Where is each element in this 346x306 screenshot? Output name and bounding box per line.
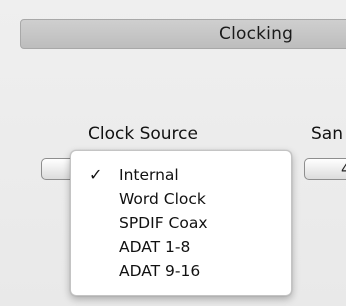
menu-item-label: SPDIF Coax	[119, 214, 208, 232]
section-title: Clocking	[219, 24, 294, 44]
clock-source-label: Clock Source	[88, 124, 198, 144]
menu-item-word-clock[interactable]: Word Clock	[71, 187, 291, 211]
sample-rate-popup-button[interactable]: 4	[304, 158, 346, 180]
clock-source-menu[interactable]: ✓ Internal Word Clock SPDIF Coax ADAT 1-…	[70, 150, 292, 296]
menu-item-internal[interactable]: ✓ Internal	[71, 163, 291, 187]
menu-item-label: Internal	[119, 166, 179, 184]
sample-rate-value: 4	[341, 160, 346, 178]
menu-item-adat-9-16[interactable]: ADAT 9-16	[71, 259, 291, 283]
menu-item-adat-1-8[interactable]: ADAT 1-8	[71, 235, 291, 259]
sample-rate-label: San	[311, 124, 343, 144]
menu-item-label: ADAT 1-8	[119, 238, 191, 256]
menu-item-label: ADAT 9-16	[119, 262, 201, 280]
menu-item-spdif-coax[interactable]: SPDIF Coax	[71, 211, 291, 235]
section-header: Clocking	[20, 19, 346, 49]
clocking-panel: Clocking Clock Source San 4 ✓ Internal W…	[0, 0, 346, 306]
checkmark-icon: ✓	[89, 165, 103, 184]
menu-item-label: Word Clock	[119, 190, 206, 208]
